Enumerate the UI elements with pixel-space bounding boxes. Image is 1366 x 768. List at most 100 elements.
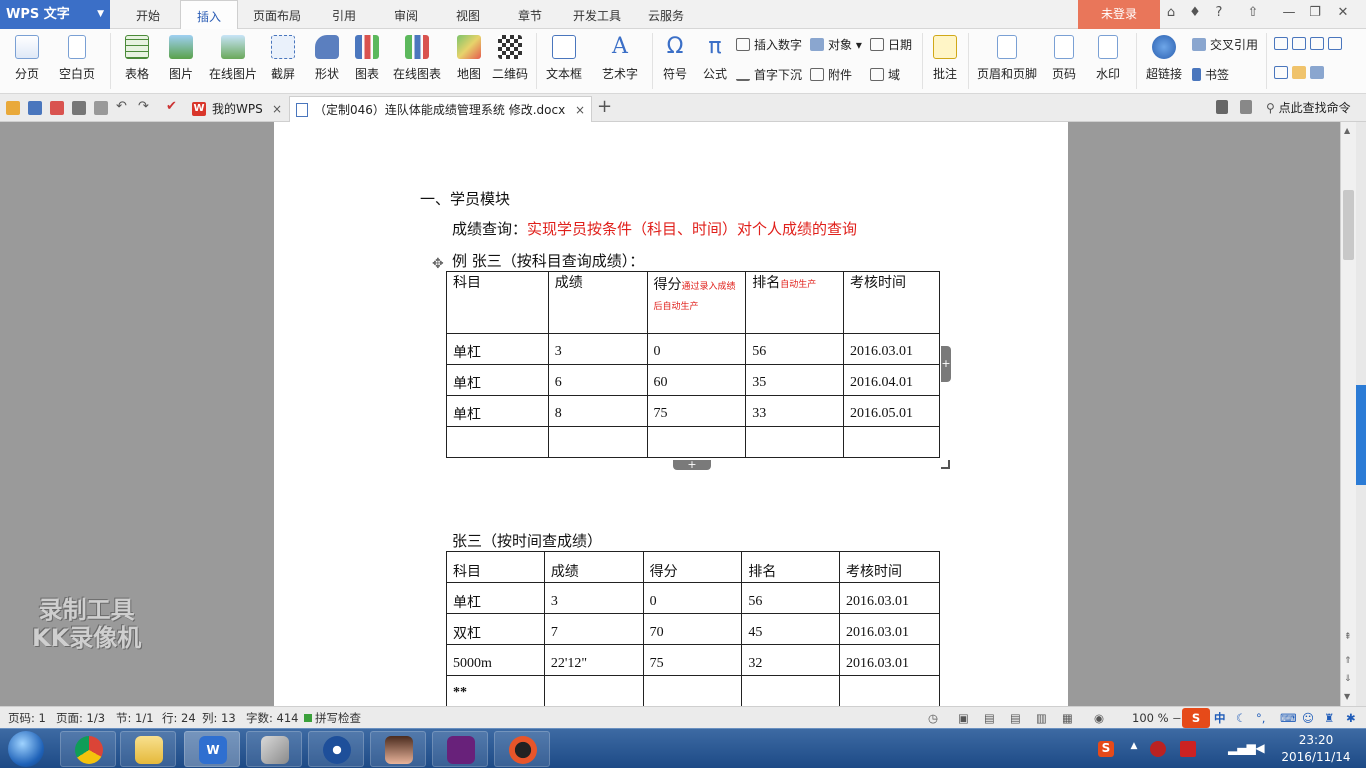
zoom-out-icon[interactable]: − (1172, 707, 1182, 729)
shirt-icon[interactable]: ♦ (1186, 5, 1204, 20)
add-row-icon[interactable]: + (673, 459, 711, 470)
table-cell[interactable]: 单杠 (446, 582, 545, 614)
ime-keyboard-icon[interactable]: ⌨ (1280, 707, 1297, 729)
watermark-button[interactable]: 水印 (1088, 35, 1128, 82)
volume-icon[interactable]: ◀ (1252, 741, 1268, 757)
taskbar-wps-writer[interactable]: W (184, 731, 240, 767)
table-cell[interactable]: 35 (745, 364, 845, 396)
taskbar-chrome[interactable] (60, 731, 116, 767)
page-view-icon[interactable]: ▤ (984, 707, 995, 729)
table-cell[interactable]: 0 (646, 333, 747, 365)
table-cell[interactable]: 32 (741, 644, 841, 676)
table-cell[interactable]: 60 (646, 364, 747, 396)
page-break-button[interactable]: 分页 (6, 35, 48, 82)
share-icon[interactable] (1240, 100, 1252, 114)
table-cell[interactable] (839, 675, 940, 707)
tab-cloud[interactable]: 云服务 (638, 0, 694, 29)
map-button[interactable]: 地图 (452, 35, 486, 82)
table-header-cell[interactable]: 成绩 (547, 271, 648, 334)
tab-developer[interactable]: 开发工具 (564, 0, 630, 29)
comment-button[interactable]: 批注 (928, 35, 962, 82)
scroll-up-icon[interactable]: ▲ (1344, 126, 1350, 135)
online-picture-button[interactable]: 在线图片 (206, 35, 260, 82)
close-tab-icon[interactable]: × (272, 96, 282, 122)
search-command-box[interactable]: ⚲ 点此查找命令 (1266, 94, 1351, 122)
table-header-cell-score[interactable]: 得分通过录入成绩后自动生产 (646, 271, 747, 334)
dropcap-button[interactable]: 首字下沉 (736, 66, 802, 83)
side-panel-toggle[interactable] (1356, 385, 1366, 485)
close-icon[interactable]: ✕ (1334, 5, 1352, 20)
table-cell[interactable] (446, 426, 549, 458)
undo-icon[interactable]: ↶ (116, 100, 130, 115)
table-cell[interactable]: 2016.05.01 (843, 395, 940, 427)
form-controls-row1[interactable] (1274, 37, 1346, 51)
table-cell[interactable]: 8 (547, 395, 648, 427)
table-cell[interactable]: 56 (741, 582, 841, 614)
restore-icon[interactable]: ❐ (1306, 5, 1324, 20)
history-icon[interactable]: ◷ (928, 707, 938, 729)
table-cell[interactable] (642, 675, 743, 707)
taskbar-app-avatar[interactable] (370, 731, 426, 767)
eye-protection-icon[interactable]: ◉ (1094, 707, 1104, 729)
scroll-prev-page-icon[interactable]: ⇑ (1344, 656, 1352, 666)
outline-view-icon[interactable]: ▤ (1010, 707, 1021, 729)
ime-punct-icon[interactable]: °, (1256, 707, 1265, 729)
taskbar-app-fan[interactable] (308, 731, 364, 767)
system-clock[interactable]: 23:20 2016/11/14 (1275, 732, 1357, 766)
table-cell[interactable]: 7 (543, 613, 644, 645)
spellcheck-toggle[interactable]: 拼写检查 (304, 707, 361, 729)
table-cell[interactable]: 2016.04.01 (843, 364, 940, 396)
document-canvas[interactable]: 一、学员模块 成绩查询：实现学员按条件（科目、时间）对个人成绩的查询 ✥ 例 张… (0, 122, 1340, 707)
scroll-down-icon[interactable]: ▼ (1344, 692, 1350, 701)
table-cell[interactable] (543, 675, 644, 707)
tab-references[interactable]: 引用 (318, 0, 370, 29)
print-preview-icon[interactable] (94, 101, 108, 115)
tab-view[interactable]: 视图 (442, 0, 494, 29)
table-cell[interactable]: 70 (642, 613, 743, 645)
ime-shirt-icon[interactable]: ♜ (1324, 707, 1334, 729)
blank-page-button[interactable]: 空白页 (52, 35, 102, 82)
tab-insert[interactable]: 插入 (180, 0, 238, 30)
tray-expand-icon[interactable]: ▲ (1126, 741, 1142, 757)
table-cell[interactable]: 2016.03.01 (839, 582, 940, 614)
table-cell[interactable]: 0 (642, 582, 743, 614)
screenshot-button[interactable]: 截屏 (264, 35, 302, 82)
scroll-top-icon[interactable]: ⇞ (1344, 632, 1352, 642)
shape-button[interactable]: 形状 (308, 35, 346, 82)
form-controls-row2[interactable] (1274, 66, 1328, 80)
table-header-cell[interactable]: 科目 (446, 271, 549, 334)
table-button[interactable]: 表格 (118, 35, 156, 82)
table-cell[interactable]: 2016.03.01 (839, 644, 940, 676)
table-cell[interactable]: 2016.03.01 (843, 333, 940, 365)
redo-icon[interactable]: ↷ (138, 100, 152, 115)
web-view-icon[interactable]: ▦ (1062, 707, 1073, 729)
document-page[interactable]: 一、学员模块 成绩查询：实现学员按条件（科目、时间）对个人成绩的查询 ✥ 例 张… (274, 122, 1068, 707)
table-cell[interactable] (646, 426, 747, 458)
scrollbar-thumb[interactable] (1343, 190, 1354, 260)
zoom-level[interactable]: 100 % (1132, 707, 1169, 729)
textbox-button[interactable]: 文本框 (540, 35, 588, 82)
table-cell[interactable]: 56 (745, 333, 845, 365)
tray-app-icon[interactable] (1150, 741, 1166, 757)
export-pdf-icon[interactable] (50, 101, 64, 115)
table-cell[interactable]: 6 (547, 364, 648, 396)
bookmark-button[interactable]: 书签 (1192, 66, 1229, 83)
table-header-cell[interactable]: 成绩 (543, 551, 644, 583)
app-menu-button[interactable]: WPS 文字 ▼ (0, 0, 110, 29)
table-header-cell[interactable]: 排名 (741, 551, 841, 583)
ime-user-icon[interactable]: ☺ (1302, 707, 1314, 729)
vertical-scrollbar[interactable]: ▲ ⇞ ⇑ ⇓ ▼ (1340, 122, 1356, 706)
network-icon[interactable]: ▂▄▆ (1228, 741, 1256, 757)
table-header-cell[interactable]: 得分 (642, 551, 743, 583)
hyperlink-button[interactable]: 超链接 (1142, 35, 1186, 82)
tab-page-layout[interactable]: 页面布局 (246, 0, 308, 29)
table-cell[interactable]: 5000m (446, 644, 545, 676)
print-icon[interactable] (72, 101, 86, 115)
attachment-button[interactable]: 附件 (810, 66, 852, 83)
wordart-button[interactable]: A 艺术字 (594, 35, 646, 82)
ime-mode[interactable]: 中 (1214, 707, 1226, 729)
table-cell[interactable]: 22'12" (543, 644, 644, 676)
scroll-next-page-icon[interactable]: ⇓ (1344, 674, 1352, 684)
add-column-icon[interactable]: + (941, 346, 951, 382)
save-icon[interactable] (28, 101, 42, 115)
